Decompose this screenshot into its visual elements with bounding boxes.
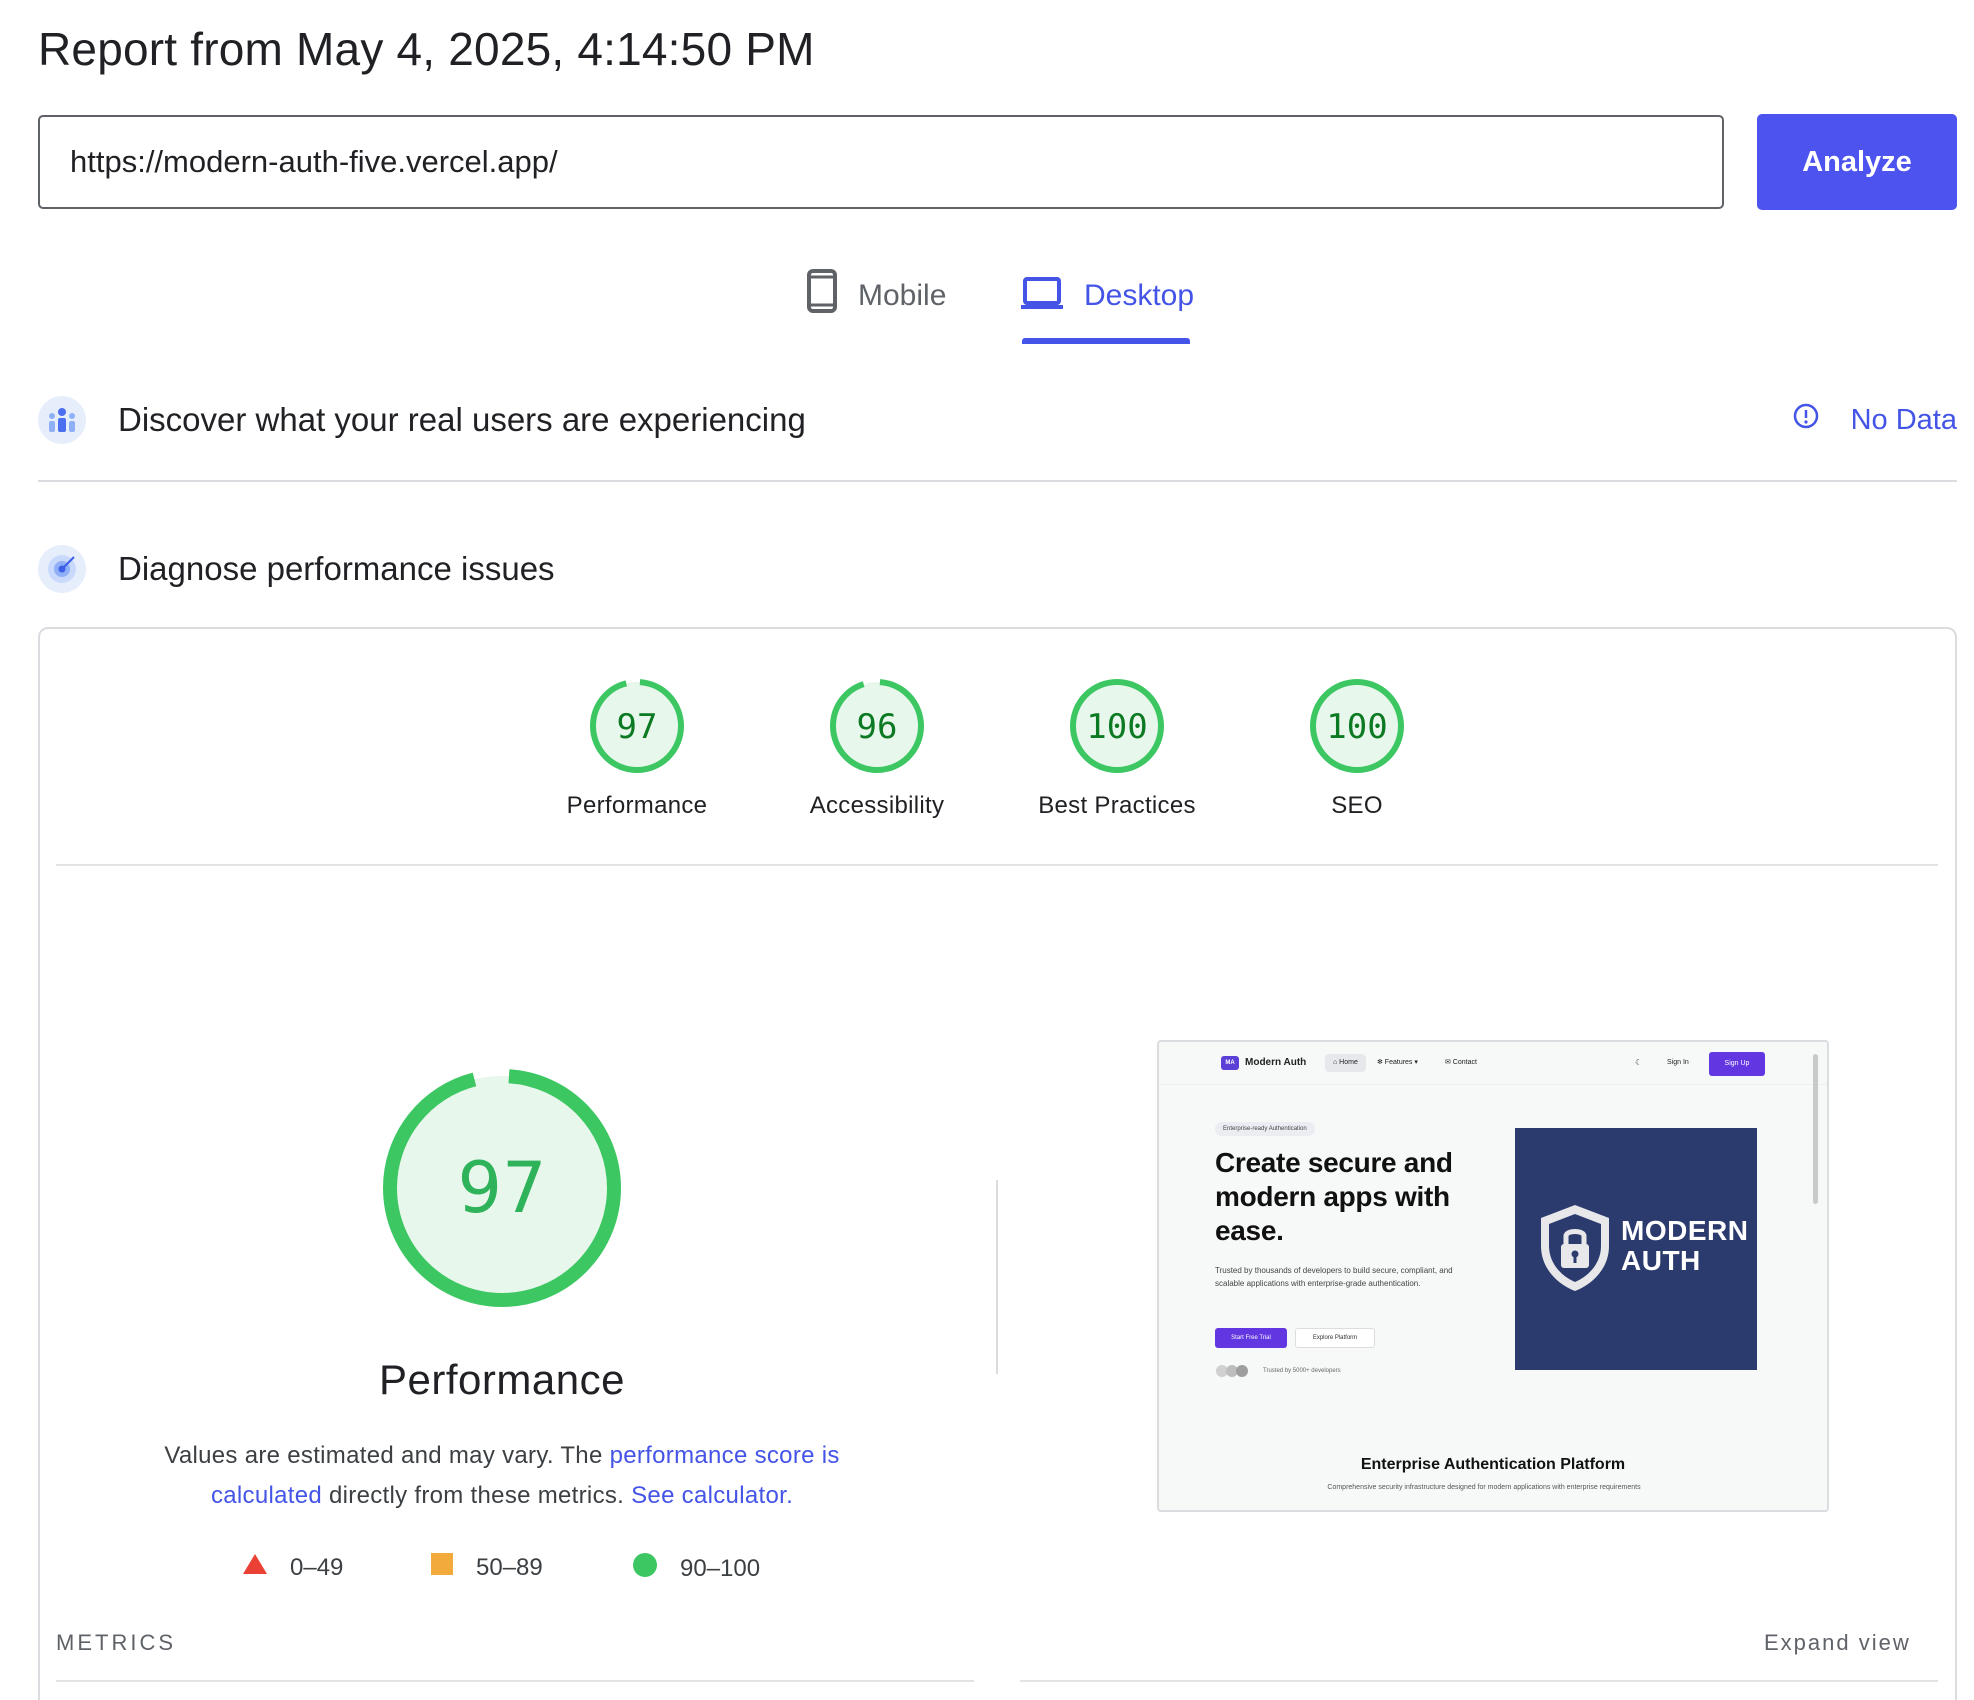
thumb-nav-divider: [1159, 1084, 1827, 1085]
smartphone-icon: [806, 268, 838, 322]
orange-square-icon: [430, 1552, 454, 1583]
section-divider: [38, 480, 1957, 482]
gauge-accessibility-label: Accessibility: [809, 792, 945, 819]
thumb-section-title: Enterprise Authentication Platform: [1360, 1456, 1626, 1473]
legend-fail: 0–49: [242, 1552, 343, 1583]
thumb-subtext: Trusted by thousands of developers to bu…: [1215, 1266, 1453, 1288]
green-circle-icon: [632, 1552, 658, 1585]
real-users-section[interactable]: Discover what your real users are experi…: [38, 385, 1957, 455]
legend-pass-range: 90–100: [680, 1554, 761, 1582]
thumb-hero-text: MODERN AUTH: [1621, 1216, 1748, 1276]
laptop-icon: [1020, 268, 1064, 320]
diagnose-title: Diagnose performance issues: [118, 550, 555, 587]
analyze-button[interactable]: Analyze: [1757, 114, 1957, 210]
no-data-link[interactable]: No Data: [1793, 385, 1957, 455]
red-triangle-icon: [242, 1552, 268, 1583]
gauge-performance-label: Performance: [566, 792, 708, 819]
thumb-nav-home: ⌂ Home: [1325, 1054, 1366, 1072]
thumb-trusted: Trusted by 5000+ developers: [1263, 1368, 1341, 1374]
gauge-accessibility-value: 96: [857, 707, 898, 747]
thumb-nav-signup: Sign Up: [1709, 1052, 1765, 1076]
performance-title: Performance: [379, 1356, 625, 1403]
thumb-hero-line2: AUTH: [1621, 1245, 1701, 1276]
thumb-cta-primary: Start Free Trial: [1215, 1328, 1287, 1348]
expand-view-toggle[interactable]: Expand view: [1764, 1630, 1911, 1656]
diagnose-section: Diagnose performance issues: [38, 534, 1957, 604]
legend-fail-range: 0–49: [290, 1553, 344, 1581]
metrics-divider-right: [1020, 1680, 1938, 1682]
thumb-logo-mark: MA: [1221, 1056, 1239, 1070]
metrics-heading: METRICS: [56, 1630, 176, 1655]
thumb-logo-text: Modern Auth: [1245, 1057, 1307, 1068]
gauge-seo-label: SEO: [1331, 792, 1383, 819]
gauge-performance-value: 97: [617, 707, 658, 747]
thumb-theme-icon: ☾: [1635, 1058, 1643, 1067]
thumb-nav-contact: ✉ Contact: [1445, 1059, 1477, 1066]
thumb-badge: Enterprise-ready Authentication: [1215, 1122, 1315, 1136]
thumb-hero-image: MODERN AUTH: [1515, 1128, 1757, 1370]
tab-desktop[interactable]: Desktop: [1020, 268, 1194, 344]
gauge-seo[interactable]: 100 SEO: [1247, 676, 1467, 820]
tab-mobile-label: Mobile: [858, 279, 947, 312]
tab-mobile[interactable]: Mobile: [806, 268, 946, 344]
tab-desktop-label: Desktop: [1084, 279, 1195, 312]
shield-lock-icon: [1541, 1205, 1609, 1291]
info-icon: [1793, 403, 1819, 437]
gauges-divider: [56, 864, 1938, 866]
thumb-cta-secondary: Explore Platform: [1295, 1328, 1375, 1348]
thumb-avatars: [1215, 1364, 1251, 1378]
final-screenshot-thumbnail[interactable]: MA Modern Auth ⌂ Home ✻ Features ▾ ✉ Con…: [1157, 1040, 1829, 1512]
thumb-headline: Create secure and modern apps with ease.: [1215, 1147, 1453, 1246]
metrics-divider-left: [56, 1680, 974, 1682]
no-data-label: No Data: [1850, 403, 1957, 436]
gauge-seo-value: 100: [1326, 707, 1387, 747]
thumb-nav-signin: Sign In: [1667, 1059, 1689, 1066]
legend-pass: 90–100: [632, 1552, 760, 1585]
gauge-accessibility[interactable]: 96 Accessibility: [767, 676, 987, 820]
thumb-section-subtitle: Comprehensive security infrastructure de…: [1327, 1484, 1641, 1491]
gauge-performance[interactable]: 97 Performance: [527, 676, 747, 820]
vertical-divider: [996, 1180, 998, 1374]
real-users-title: Discover what your real users are experi…: [118, 401, 806, 438]
thumb-nav-features: ✻ Features ▾: [1377, 1059, 1418, 1066]
see-calculator-link[interactable]: See calculator.: [631, 1482, 793, 1509]
thumb-scrollbar: [1813, 1054, 1818, 1204]
legend-average-range: 50–89: [476, 1553, 543, 1581]
performance-big-gauge: 97: [378, 1064, 626, 1317]
thumb-hero-line1: MODERN: [1621, 1215, 1749, 1246]
performance-description: Values are estimated and may vary. The p…: [140, 1436, 864, 1516]
lighthouse-target-icon: [38, 545, 86, 593]
gauge-best-practices-label: Best Practices: [1038, 792, 1196, 819]
performance-desc-text-2: directly from these metrics.: [322, 1482, 632, 1509]
crux-users-icon: [38, 396, 86, 444]
tab-selected-indicator: [1022, 338, 1190, 344]
url-input[interactable]: [38, 115, 1724, 209]
gauge-best-practices-value: 100: [1086, 707, 1147, 747]
performance-big-value: 97: [457, 1147, 546, 1229]
performance-desc-text-1: Values are estimated and may vary. The: [164, 1442, 610, 1469]
legend-average: 50–89: [430, 1552, 543, 1583]
report-title: Report from May 4, 2025, 4:14:50 PM: [38, 23, 815, 75]
gauge-best-practices[interactable]: 100 Best Practices: [1007, 676, 1227, 820]
